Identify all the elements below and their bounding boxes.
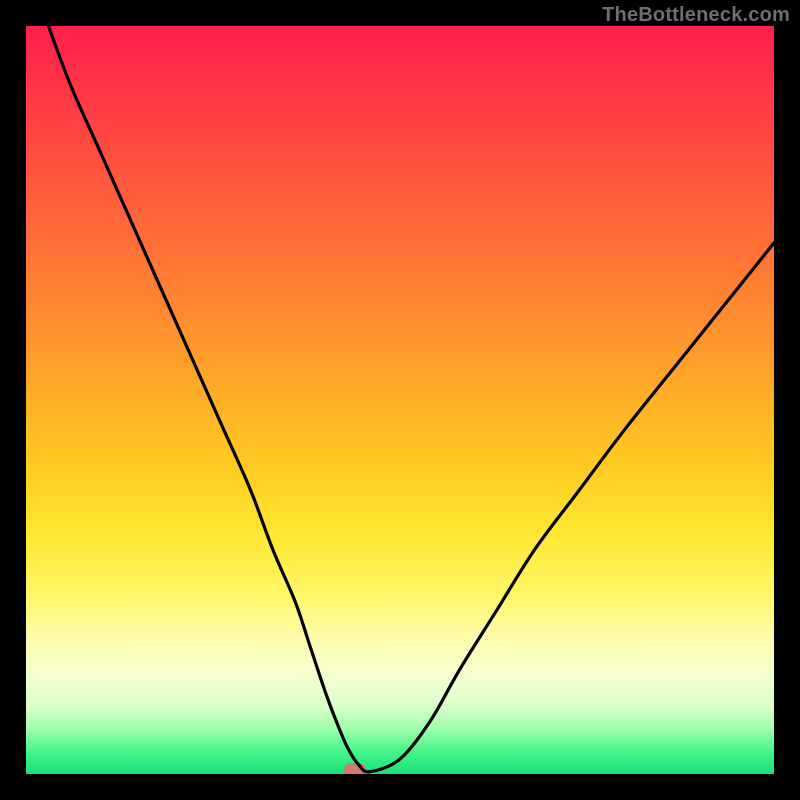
bottleneck-curve	[26, 26, 774, 774]
watermark-text: TheBottleneck.com	[602, 4, 790, 27]
chart-frame: TheBottleneck.com	[0, 0, 800, 800]
plot-area	[26, 26, 774, 774]
